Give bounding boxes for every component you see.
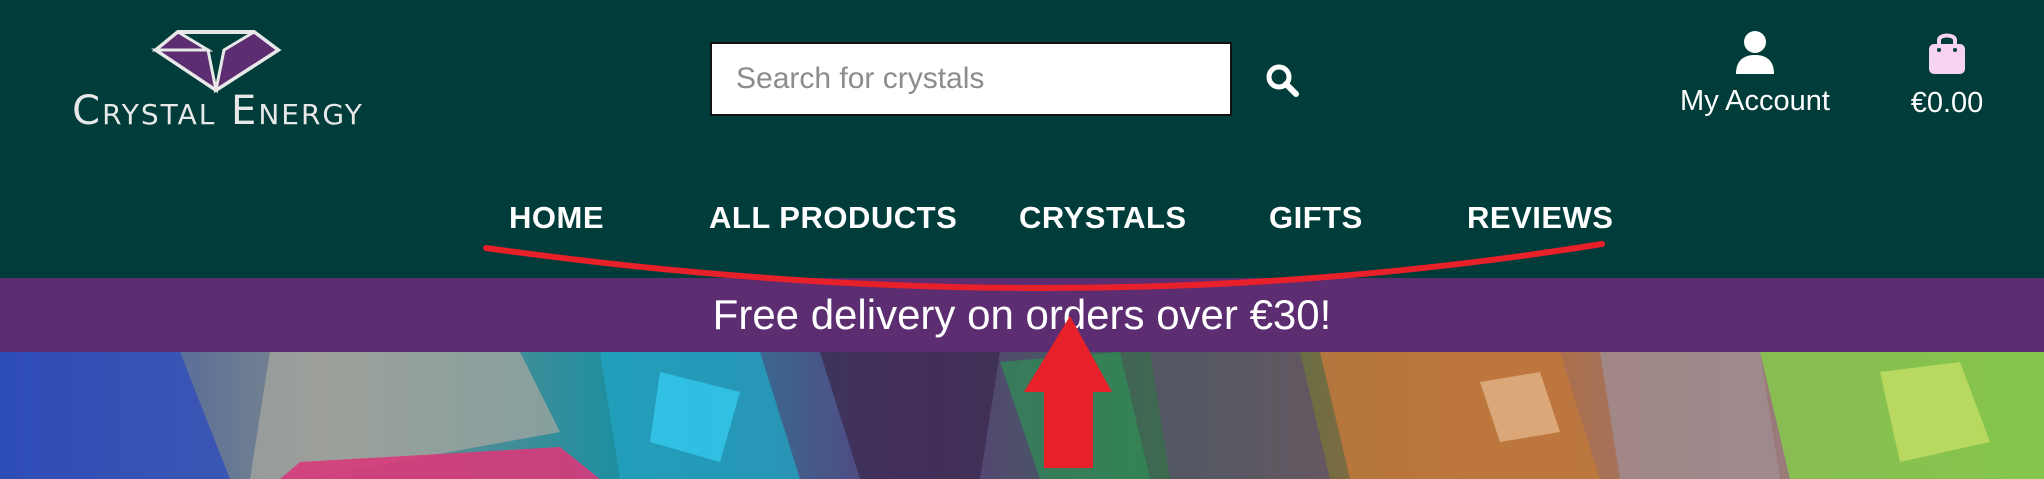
main-nav: HOME ALL PRODUCTS CRYSTALS GIFTS REVIEWS: [0, 200, 2044, 246]
gem-icon: [151, 30, 282, 94]
nav-item-all-products[interactable]: ALL PRODUCTS: [709, 200, 957, 236]
site-logo[interactable]: Crystal Energy: [58, 28, 378, 138]
promo-banner: Free delivery on orders over €30!: [0, 278, 2044, 352]
search-button[interactable]: [1264, 62, 1300, 98]
search-box: [710, 42, 1232, 116]
nav-item-home[interactable]: HOME: [509, 200, 604, 236]
nav-item-gifts[interactable]: GIFTS: [1269, 200, 1363, 236]
my-account-label: My Account: [1680, 85, 1830, 117]
cart-total: €0.00: [1910, 87, 1984, 119]
hero-image: [0, 352, 2044, 479]
site-header: Crystal Energy My Account €0.00 HOME ALL…: [0, 0, 2044, 278]
user-icon: [1736, 31, 1774, 74]
my-account-link[interactable]: My Account: [1670, 30, 1840, 130]
brand-name: Crystal Energy: [72, 88, 364, 134]
nav-item-crystals[interactable]: CRYSTALS: [1019, 200, 1187, 236]
shopping-bag-icon: [1929, 33, 1965, 74]
nav-item-reviews[interactable]: REVIEWS: [1467, 200, 1613, 236]
search-icon: [1266, 64, 1299, 97]
search-input[interactable]: [712, 44, 1230, 114]
cart-link[interactable]: €0.00: [1900, 30, 1994, 130]
